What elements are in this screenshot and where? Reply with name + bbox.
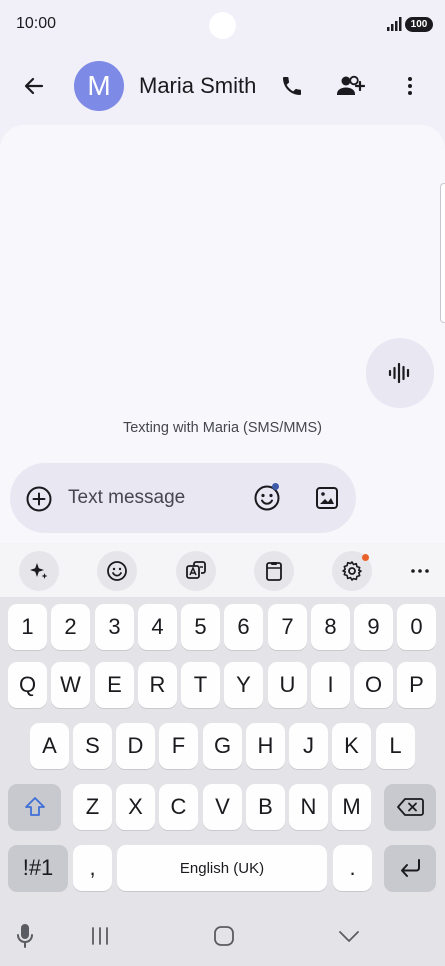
key-q[interactable]: Q xyxy=(8,662,47,708)
key-7[interactable]: 7 xyxy=(268,604,307,650)
sparkle-icon xyxy=(30,563,48,579)
notification-dot xyxy=(362,554,369,561)
key-l[interactable]: L xyxy=(376,723,415,769)
key-u[interactable]: U xyxy=(268,662,307,708)
add-person-button[interactable] xyxy=(330,66,370,106)
home-button[interactable] xyxy=(208,920,240,952)
key-j[interactable]: J xyxy=(289,723,328,769)
texting-info: Texting with Maria (SMS/MMS) xyxy=(122,420,322,436)
shift-icon xyxy=(24,797,45,816)
key-m[interactable]: M xyxy=(332,784,371,830)
back-arrow-icon xyxy=(24,77,44,95)
phone-icon xyxy=(283,77,301,95)
clipboard-icon xyxy=(266,562,282,581)
key-z[interactable]: Z xyxy=(73,784,112,830)
image-icon xyxy=(316,487,338,509)
add-attachment-button[interactable] xyxy=(24,484,54,514)
battery-icon: 100 xyxy=(405,17,433,32)
shift-key[interactable] xyxy=(8,784,61,830)
gallery-button[interactable] xyxy=(311,482,343,514)
back-chevron-icon xyxy=(339,931,359,942)
backspace-icon xyxy=(397,798,424,816)
key-y[interactable]: Y xyxy=(224,662,263,708)
key-b[interactable]: B xyxy=(246,784,285,830)
translate-button[interactable] xyxy=(176,551,216,591)
voice-message-button[interactable] xyxy=(366,338,434,408)
backspace-key[interactable] xyxy=(384,784,436,830)
more-options-button[interactable] xyxy=(390,66,430,106)
add-circle-icon xyxy=(26,486,52,512)
call-button[interactable] xyxy=(272,66,312,106)
key-i[interactable]: I xyxy=(311,662,350,708)
key-5[interactable]: 5 xyxy=(181,604,220,650)
keyboard-settings-button[interactable] xyxy=(332,551,372,591)
key-8[interactable]: 8 xyxy=(311,604,350,650)
key-w[interactable]: W xyxy=(51,662,90,708)
key-p[interactable]: P xyxy=(397,662,436,708)
camera-cutout xyxy=(209,12,236,39)
enter-icon xyxy=(401,859,420,877)
avatar[interactable]: M xyxy=(74,61,124,111)
key-0[interactable]: 0 xyxy=(397,604,436,650)
back-button[interactable] xyxy=(14,66,54,106)
key-x[interactable]: X xyxy=(116,784,155,830)
add-person-icon xyxy=(337,75,365,95)
key-o[interactable]: O xyxy=(354,662,393,708)
toolbar-more-button[interactable] xyxy=(400,551,440,591)
sticker-button[interactable] xyxy=(97,551,137,591)
status-time: 10:00 xyxy=(16,15,57,32)
key-c[interactable]: C xyxy=(159,784,198,830)
scroll-handle[interactable] xyxy=(440,183,445,323)
signal-icon xyxy=(387,17,402,31)
home-icon xyxy=(214,926,234,946)
key-e[interactable]: E xyxy=(95,662,134,708)
mic-icon xyxy=(17,924,33,948)
key-n[interactable]: N xyxy=(289,784,328,830)
key-v[interactable]: V xyxy=(203,784,242,830)
voice-input-button[interactable] xyxy=(9,920,41,952)
hide-keyboard-button[interactable] xyxy=(333,920,365,952)
key-1[interactable]: 1 xyxy=(8,604,47,650)
clipboard-button[interactable] xyxy=(254,551,294,591)
more-horiz-icon xyxy=(411,569,429,573)
space-bar[interactable]: English (UK) xyxy=(117,845,327,891)
notification-dot xyxy=(272,483,279,490)
key-a[interactable]: A xyxy=(30,723,69,769)
key-6[interactable]: 6 xyxy=(224,604,263,650)
message-input[interactable] xyxy=(68,485,238,511)
recents-button[interactable] xyxy=(84,920,116,952)
key-f[interactable]: F xyxy=(159,723,198,769)
key-4[interactable]: 4 xyxy=(138,604,177,650)
translate-icon xyxy=(186,561,206,579)
ai-tools-button[interactable] xyxy=(19,551,59,591)
comma-key[interactable]: , xyxy=(73,845,112,891)
key-k[interactable]: K xyxy=(332,723,371,769)
enter-key[interactable] xyxy=(384,845,436,891)
key-3[interactable]: 3 xyxy=(95,604,134,650)
conversation-area[interactable]: Texting with Maria (SMS/MMS) xyxy=(0,125,445,543)
navigation-bar xyxy=(0,900,445,966)
key-g[interactable]: G xyxy=(203,723,242,769)
recents-icon xyxy=(92,927,108,945)
voice-wave-icon xyxy=(388,362,410,384)
contact-name[interactable]: Maria Smith xyxy=(139,73,256,99)
emoji-button[interactable] xyxy=(251,482,283,514)
key-r[interactable]: R xyxy=(138,662,177,708)
compose-bar xyxy=(10,463,356,533)
sticker-icon xyxy=(107,561,127,581)
period-key[interactable]: . xyxy=(333,845,372,891)
symbols-key[interactable]: !#1 xyxy=(8,845,68,891)
key-h[interactable]: H xyxy=(246,723,285,769)
key-t[interactable]: T xyxy=(181,662,220,708)
app-bar: M Maria Smith xyxy=(0,55,445,117)
settings-icon xyxy=(342,561,362,581)
more-vert-icon xyxy=(408,77,412,95)
key-2[interactable]: 2 xyxy=(51,604,90,650)
keyboard: 1 2 3 4 5 6 7 8 9 0 Q W E R T Y U I O P … xyxy=(0,597,445,900)
status-bar: 10:00 100 xyxy=(0,0,445,50)
key-s[interactable]: S xyxy=(73,723,112,769)
key-9[interactable]: 9 xyxy=(354,604,393,650)
key-d[interactable]: D xyxy=(116,723,155,769)
keyboard-toolbar xyxy=(0,543,445,597)
